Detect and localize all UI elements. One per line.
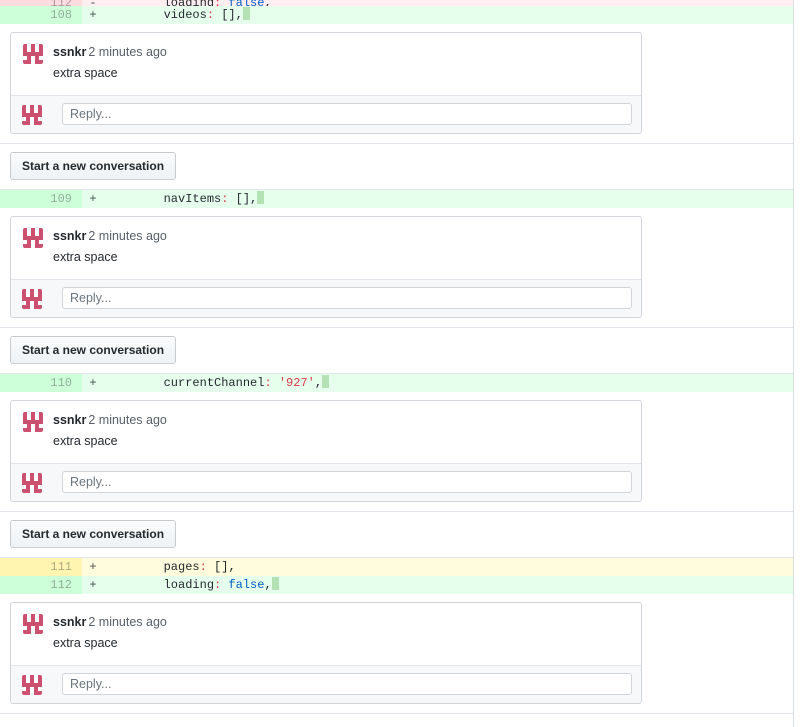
diff-marker: +	[89, 192, 97, 206]
trailing-whitespace-marker	[322, 375, 330, 388]
new-conversation-row: Start a new conversation	[0, 328, 794, 374]
comment-author[interactable]: ssnkr	[53, 229, 86, 243]
comment-timestamp: 2 minutes ago	[88, 45, 167, 59]
start-new-conversation-button[interactable]: Start a new conversation	[10, 520, 177, 548]
line-number-gutter[interactable]: 109	[0, 190, 82, 208]
avatar-icon	[22, 674, 42, 695]
avatar-icon	[23, 44, 43, 64]
diff-row-109[interactable]: 109 + navItems: [],	[0, 190, 794, 208]
comment-text-column: ssnkr 2 minutes ago extra space	[53, 411, 629, 451]
diff-row-108[interactable]: 108 + videos: [],	[0, 6, 794, 24]
new-conversation-row: Start a new conversation	[0, 144, 794, 190]
line-number-gutter[interactable]: 112	[0, 576, 82, 594]
comment-header: ssnkr 2 minutes ago	[53, 613, 629, 631]
comment-thread: ssnkr 2 minutes ago extra space	[0, 24, 794, 144]
comment-header: ssnkr 2 minutes ago	[53, 43, 629, 61]
comment-body: ssnkr 2 minutes ago extra space	[11, 33, 641, 95]
reply-input[interactable]	[62, 471, 632, 493]
trailing-whitespace-marker	[242, 7, 250, 20]
page-right-edge	[793, 0, 794, 727]
comment-header: ssnkr 2 minutes ago	[53, 227, 629, 245]
diff-code-line: navItems: [],	[104, 190, 794, 208]
diff-row-112[interactable]: 112 + loading: false,	[0, 576, 794, 594]
comment-text-column: ssnkr 2 minutes ago extra space	[53, 43, 629, 83]
comment-text: extra space	[53, 636, 118, 650]
line-number-gutter[interactable]: 110	[0, 374, 82, 392]
reply-row	[11, 463, 641, 501]
new-conversation-row: Start a new conversation	[0, 512, 794, 558]
diff-marker: +	[89, 376, 97, 390]
avatar-icon	[23, 614, 43, 634]
comment-thread: ssnkr 2 minutes ago extra space	[0, 392, 794, 512]
comment-thread: ssnkr 2 minutes ago extra space	[0, 594, 794, 714]
comment-thread: ssnkr 2 minutes ago extra space	[0, 208, 794, 328]
trailing-whitespace-marker	[257, 191, 265, 204]
avatar-icon	[22, 104, 42, 125]
diff-code-line: currentChannel: '927',	[104, 374, 794, 392]
diff-row-111[interactable]: 111 + pages: [],	[0, 558, 794, 576]
avatar-icon	[23, 412, 43, 432]
diff-marker: +	[89, 578, 97, 592]
comment-box: ssnkr 2 minutes ago extra space	[10, 216, 642, 318]
reply-row	[11, 279, 641, 317]
comment-text-column: ssnkr 2 minutes ago extra space	[53, 613, 629, 653]
line-number-gutter[interactable]: 111	[0, 558, 82, 576]
comment-text: extra space	[53, 434, 118, 448]
start-new-conversation-button[interactable]: Start a new conversation	[10, 336, 177, 364]
diff-page: 112- loading: false,108+ videos: [],ssnk…	[0, 0, 800, 727]
comment-body: ssnkr 2 minutes ago extra space	[11, 217, 641, 279]
comment-body: ssnkr 2 minutes ago extra space	[11, 401, 641, 463]
reply-input[interactable]	[62, 103, 632, 125]
diff-code-line: pages: [],	[106, 560, 236, 574]
line-number-gutter[interactable]: 108	[0, 6, 82, 24]
reply-row	[11, 95, 641, 133]
diff-content: 112- loading: false,108+ videos: [],ssnk…	[0, 0, 800, 714]
avatar-icon	[22, 472, 42, 493]
reply-input[interactable]	[62, 287, 632, 309]
comment-author[interactable]: ssnkr	[53, 413, 86, 427]
comment-timestamp: 2 minutes ago	[88, 229, 167, 243]
comment-text-column: ssnkr 2 minutes ago extra space	[53, 227, 629, 267]
comment-body: ssnkr 2 minutes ago extra space	[11, 603, 641, 665]
trailing-whitespace-marker	[271, 577, 279, 590]
comment-author[interactable]: ssnkr	[53, 615, 86, 629]
comment-box: ssnkr 2 minutes ago extra space	[10, 400, 642, 502]
reply-row	[11, 665, 641, 703]
comment-author[interactable]: ssnkr	[53, 45, 86, 59]
diff-row-110[interactable]: 110 + currentChannel: '927',	[0, 374, 794, 392]
avatar-icon	[23, 228, 43, 248]
comment-timestamp: 2 minutes ago	[88, 413, 167, 427]
comment-timestamp: 2 minutes ago	[88, 615, 167, 629]
diff-marker: +	[89, 8, 97, 22]
comment-text: extra space	[53, 66, 118, 80]
comment-header: ssnkr 2 minutes ago	[53, 411, 629, 429]
comment-text: extra space	[53, 250, 118, 264]
diff-marker: +	[89, 560, 97, 574]
diff-code-line: loading: false,	[104, 576, 794, 594]
comment-box: ssnkr 2 minutes ago extra space	[10, 32, 642, 134]
diff-code-line: videos: [],	[104, 6, 794, 24]
start-new-conversation-button[interactable]: Start a new conversation	[10, 152, 177, 180]
reply-input[interactable]	[62, 673, 632, 695]
comment-box: ssnkr 2 minutes ago extra space	[10, 602, 642, 704]
avatar-icon	[22, 288, 42, 309]
